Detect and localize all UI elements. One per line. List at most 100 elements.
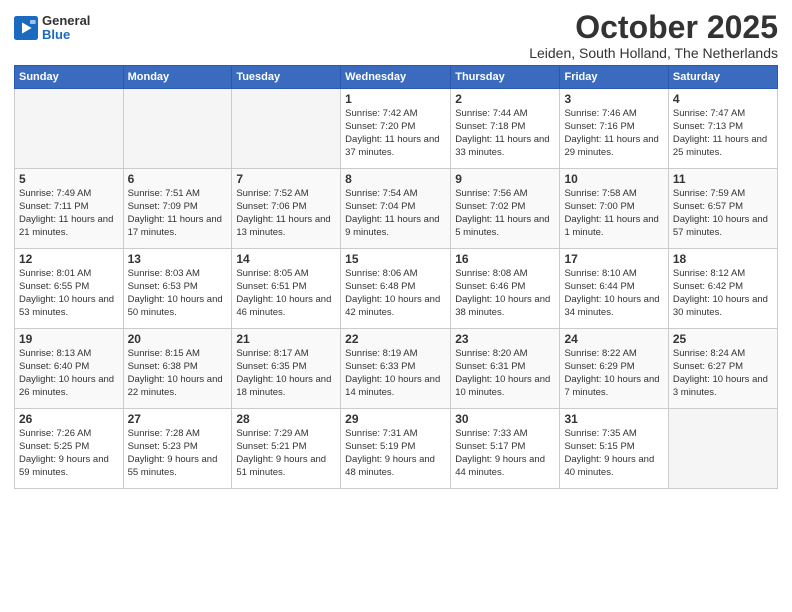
week-row-4: 19 Sunrise: 8:13 AM Sunset: 6:40 PM Dayli… <box>15 329 778 409</box>
calendar-cell: 12 Sunrise: 8:01 AM Sunset: 6:55 PM Dayli… <box>15 249 124 329</box>
month-title: October 2025 <box>529 10 778 45</box>
day-number: 12 <box>19 252 119 266</box>
calendar-cell: 29 Sunrise: 7:31 AM Sunset: 5:19 PM Dayli… <box>341 409 451 489</box>
calendar-cell <box>15 89 124 169</box>
calendar-cell: 24Sunrise: 8:22 AM Sunset: 6:29 PM Dayli… <box>560 329 668 409</box>
calendar-cell: 15 Sunrise: 8:06 AM Sunset: 6:48 PM Dayli… <box>341 249 451 329</box>
calendar-cell: 7Sunrise: 7:52 AM Sunset: 7:06 PM Daylig… <box>232 169 341 249</box>
weekday-header-thursday: Thursday <box>451 66 560 89</box>
week-row-2: 5Sunrise: 7:49 AM Sunset: 7:11 PM Daylig… <box>15 169 778 249</box>
calendar-cell: 10 Sunrise: 7:58 AM Sunset: 7:00 PM Dayli… <box>560 169 668 249</box>
day-number: 21 <box>236 332 336 346</box>
day-number: 16 <box>455 252 555 266</box>
day-number: 26 <box>19 412 119 426</box>
day-number: 29 <box>345 412 446 426</box>
day-number: 4 <box>673 92 773 106</box>
day-info: Sunrise: 7:59 AM Sunset: 6:57 PM Dayligh… <box>673 188 773 239</box>
day-number: 7 <box>236 172 336 186</box>
day-number: 27 <box>128 412 228 426</box>
day-info: Sunrise: 8:03 AM Sunset: 6:53 PM Dayligh… <box>128 268 228 319</box>
day-number: 2 <box>455 92 555 106</box>
logo-text: General Blue <box>42 14 90 43</box>
day-number: 10 <box>564 172 663 186</box>
day-info: Sunrise: 8:10 AM Sunset: 6:44 PM Dayligh… <box>564 268 663 319</box>
day-number: 31 <box>564 412 663 426</box>
day-info: Sunrise: 7:56 AM Sunset: 7:02 PM Dayligh… <box>455 188 555 239</box>
day-number: 14 <box>236 252 336 266</box>
calendar-cell: 16 Sunrise: 8:08 AM Sunset: 6:46 PM Dayli… <box>451 249 560 329</box>
weekday-header-friday: Friday <box>560 66 668 89</box>
day-info: Sunrise: 7:58 AM Sunset: 7:00 PM Dayligh… <box>564 188 663 239</box>
calendar-cell <box>232 89 341 169</box>
day-number: 13 <box>128 252 228 266</box>
day-info: Sunrise: 8:17 AM Sunset: 6:35 PM Dayligh… <box>236 348 336 399</box>
calendar-cell: 26 Sunrise: 7:26 AM Sunset: 5:25 PM Dayli… <box>15 409 124 489</box>
day-info: Sunrise: 8:24 AM Sunset: 6:27 PM Dayligh… <box>673 348 773 399</box>
day-info: Sunrise: 8:08 AM Sunset: 6:46 PM Dayligh… <box>455 268 555 319</box>
day-info: Sunrise: 8:13 AM Sunset: 6:40 PM Dayligh… <box>19 348 119 399</box>
day-info: Sunrise: 8:05 AM Sunset: 6:51 PM Dayligh… <box>236 268 336 319</box>
day-info: Sunrise: 7:31 AM Sunset: 5:19 PM Dayligh… <box>345 428 446 479</box>
calendar-cell: 25Sunrise: 8:24 AM Sunset: 6:27 PM Dayli… <box>668 329 777 409</box>
day-number: 30 <box>455 412 555 426</box>
calendar-cell: 18 Sunrise: 8:12 AM Sunset: 6:42 PM Dayli… <box>668 249 777 329</box>
day-info: Sunrise: 8:20 AM Sunset: 6:31 PM Dayligh… <box>455 348 555 399</box>
day-info: Sunrise: 7:46 AM Sunset: 7:16 PM Dayligh… <box>564 108 663 159</box>
calendar-cell: 31 Sunrise: 7:35 AM Sunset: 5:15 PM Dayli… <box>560 409 668 489</box>
week-row-5: 26 Sunrise: 7:26 AM Sunset: 5:25 PM Dayli… <box>15 409 778 489</box>
calendar-cell: 3Sunrise: 7:46 AM Sunset: 7:16 PM Daylig… <box>560 89 668 169</box>
day-info: Sunrise: 7:33 AM Sunset: 5:17 PM Dayligh… <box>455 428 555 479</box>
day-number: 6 <box>128 172 228 186</box>
day-number: 9 <box>455 172 555 186</box>
day-info: Sunrise: 8:12 AM Sunset: 6:42 PM Dayligh… <box>673 268 773 319</box>
calendar-cell <box>668 409 777 489</box>
day-number: 22 <box>345 332 446 346</box>
calendar-cell: 6Sunrise: 7:51 AM Sunset: 7:09 PM Daylig… <box>123 169 232 249</box>
week-row-1: 1Sunrise: 7:42 AM Sunset: 7:20 PM Daylig… <box>15 89 778 169</box>
weekday-header-saturday: Saturday <box>668 66 777 89</box>
day-number: 19 <box>19 332 119 346</box>
day-number: 28 <box>236 412 336 426</box>
day-info: Sunrise: 7:49 AM Sunset: 7:11 PM Dayligh… <box>19 188 119 239</box>
day-number: 18 <box>673 252 773 266</box>
calendar-cell: 19 Sunrise: 8:13 AM Sunset: 6:40 PM Dayli… <box>15 329 124 409</box>
calendar-cell <box>123 89 232 169</box>
header-row: General Blue October 2025 Leiden, South … <box>14 10 778 61</box>
logo-general: General <box>42 14 90 28</box>
calendar-cell: 23 Sunrise: 8:20 AM Sunset: 6:31 PM Dayli… <box>451 329 560 409</box>
day-info: Sunrise: 8:19 AM Sunset: 6:33 PM Dayligh… <box>345 348 446 399</box>
calendar-cell: 14 Sunrise: 8:05 AM Sunset: 6:51 PM Dayli… <box>232 249 341 329</box>
calendar-cell: 1Sunrise: 7:42 AM Sunset: 7:20 PM Daylig… <box>341 89 451 169</box>
weekday-header-monday: Monday <box>123 66 232 89</box>
day-info: Sunrise: 7:28 AM Sunset: 5:23 PM Dayligh… <box>128 428 228 479</box>
day-number: 23 <box>455 332 555 346</box>
logo: General Blue <box>14 14 90 43</box>
weekday-header-row: SundayMondayTuesdayWednesdayThursdayFrid… <box>15 66 778 89</box>
day-number: 15 <box>345 252 446 266</box>
calendar-table: SundayMondayTuesdayWednesdayThursdayFrid… <box>14 65 778 489</box>
calendar-cell: 13 Sunrise: 8:03 AM Sunset: 6:53 PM Dayli… <box>123 249 232 329</box>
day-number: 11 <box>673 172 773 186</box>
calendar-cell: 8Sunrise: 7:54 AM Sunset: 7:04 PM Daylig… <box>341 169 451 249</box>
day-info: Sunrise: 7:29 AM Sunset: 5:21 PM Dayligh… <box>236 428 336 479</box>
title-block: October 2025 Leiden, South Holland, The … <box>529 10 778 61</box>
day-info: Sunrise: 8:06 AM Sunset: 6:48 PM Dayligh… <box>345 268 446 319</box>
logo-blue: Blue <box>42 28 90 42</box>
logo-icon <box>14 16 38 40</box>
calendar-cell: 20Sunrise: 8:15 AM Sunset: 6:38 PM Dayli… <box>123 329 232 409</box>
day-info: Sunrise: 7:26 AM Sunset: 5:25 PM Dayligh… <box>19 428 119 479</box>
calendar-cell: 30 Sunrise: 7:33 AM Sunset: 5:17 PM Dayli… <box>451 409 560 489</box>
day-info: Sunrise: 7:44 AM Sunset: 7:18 PM Dayligh… <box>455 108 555 159</box>
weekday-header-wednesday: Wednesday <box>341 66 451 89</box>
day-info: Sunrise: 7:42 AM Sunset: 7:20 PM Dayligh… <box>345 108 446 159</box>
day-info: Sunrise: 8:01 AM Sunset: 6:55 PM Dayligh… <box>19 268 119 319</box>
calendar-cell: 17 Sunrise: 8:10 AM Sunset: 6:44 PM Dayli… <box>560 249 668 329</box>
day-number: 17 <box>564 252 663 266</box>
calendar-cell: 28 Sunrise: 7:29 AM Sunset: 5:21 PM Dayli… <box>232 409 341 489</box>
page-container: General Blue October 2025 Leiden, South … <box>0 0 792 495</box>
calendar-cell: 11 Sunrise: 7:59 AM Sunset: 6:57 PM Dayli… <box>668 169 777 249</box>
day-number: 8 <box>345 172 446 186</box>
day-info: Sunrise: 7:35 AM Sunset: 5:15 PM Dayligh… <box>564 428 663 479</box>
calendar-cell: 5Sunrise: 7:49 AM Sunset: 7:11 PM Daylig… <box>15 169 124 249</box>
calendar-cell: 9 Sunrise: 7:56 AM Sunset: 7:02 PM Daylig… <box>451 169 560 249</box>
